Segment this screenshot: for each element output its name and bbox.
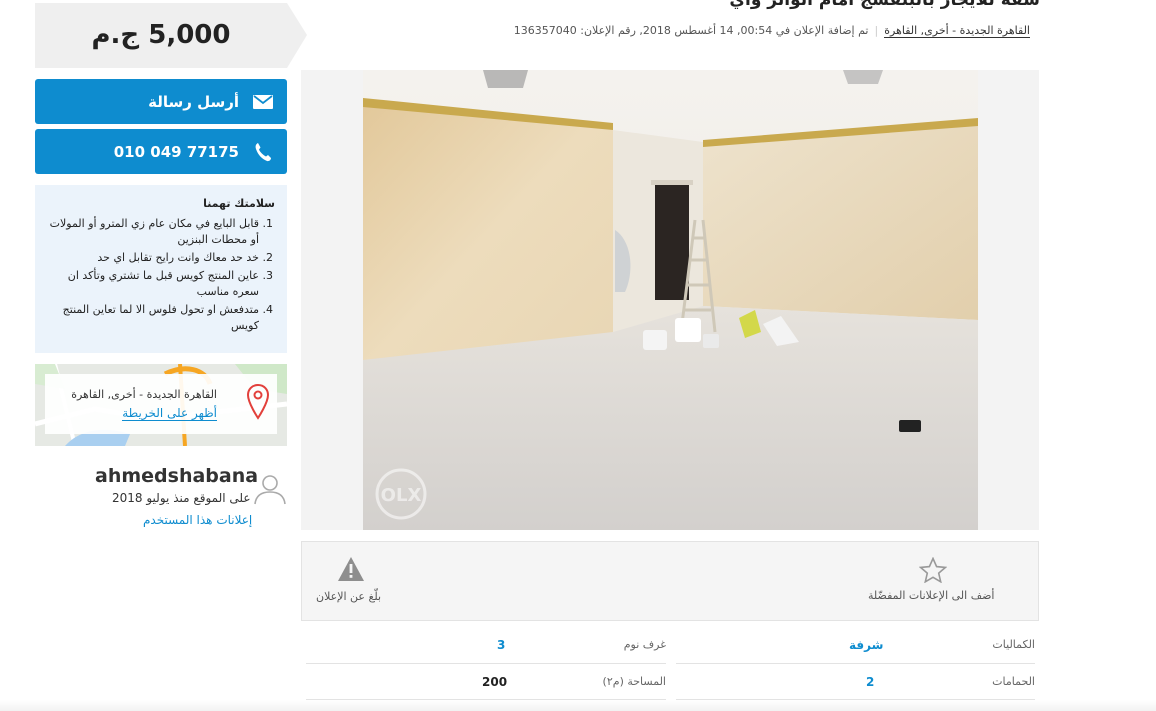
param-label: الكماليات [992, 638, 1035, 651]
ad-location-link[interactable]: القاهرة الجديدة - أخرى, القاهرة [884, 24, 1030, 38]
send-message-label: أرسل رسالة [148, 92, 239, 111]
ad-added-text: تم إضافة الإعلان في 00:54, 14 أغسطس 2018… [513, 24, 869, 37]
map-card: القاهرة الجديدة - أخرى, القاهرة أظهر على… [45, 374, 277, 434]
price-box-arrow [287, 3, 307, 68]
report-ad-button[interactable]: بلّغ عن الإعلان [316, 590, 381, 603]
meta-separator: | [874, 24, 879, 37]
warning-icon[interactable] [337, 556, 365, 586]
ad-meta: القاهرة الجديدة - أخرى, القاهرة | تم إضافة… [513, 24, 1030, 38]
safety-tip: خد حد معاك وانت رايح تقابل اي حد [45, 250, 259, 266]
room-image: OLX [363, 70, 978, 530]
safety-tips-box: سلامتك تهمنا قابل البايع في مكان عام زي … [35, 185, 287, 353]
param-value[interactable]: 2 [866, 675, 874, 689]
param-label: الحمامات [992, 675, 1035, 688]
page-bottom-shade [0, 700, 1156, 711]
send-message-button[interactable]: أرسل رسالة [35, 79, 287, 124]
param-value[interactable]: شرفة [849, 638, 883, 652]
param-value[interactable]: 3 [497, 638, 505, 652]
price: 5,000 ج.م [91, 20, 231, 50]
param-value: 200 [482, 675, 508, 689]
safety-tip: قابل البايع في مكان عام زي المترو أو الم… [45, 216, 259, 248]
star-icon[interactable] [918, 556, 948, 587]
seller-ads-link[interactable]: إعلانات هذا المستخدم [143, 513, 252, 527]
svg-text:OLX: OLX [381, 485, 422, 506]
phone-number: 010 049 77175 [113, 142, 239, 161]
map-pin-icon [246, 383, 270, 423]
add-to-favorites-button[interactable]: أضف الى الإعلانات المفضّلة [868, 589, 994, 602]
show-on-map-link[interactable]: أظهر على الخريطة [122, 406, 217, 421]
show-phone-button[interactable]: 010 049 77175 [35, 129, 287, 174]
ad-title: شقة للايجار بالبنفسج امام الوائر واي [729, 0, 1040, 10]
param-label: غرف نوم [623, 638, 666, 651]
safety-heading: سلامتك تهمنا [203, 197, 275, 210]
seller-member-since: على الموقع منذ يوليو 2018 [112, 491, 251, 505]
listing-photo[interactable]: OLX [363, 70, 978, 530]
safety-tip: متدفعش او تحول فلوس الا لما تعاين المنتج… [45, 302, 259, 334]
map-location: القاهرة الجديدة - أخرى, القاهرة [71, 388, 217, 401]
param-label: المساحة (م٢) [602, 675, 666, 688]
envelope-icon [253, 92, 273, 112]
row-divider [306, 663, 666, 664]
user-avatar-icon [252, 472, 288, 510]
phone-icon [253, 142, 273, 162]
safety-tip: عاين المنتج كويس قبل ما تشتري وتأكد ان س… [45, 268, 259, 300]
row-divider [676, 663, 1035, 664]
seller-name: ahmedshabana [95, 465, 259, 487]
safety-tips-list: قابل البايع في مكان عام زي المترو أو الم… [45, 216, 275, 334]
